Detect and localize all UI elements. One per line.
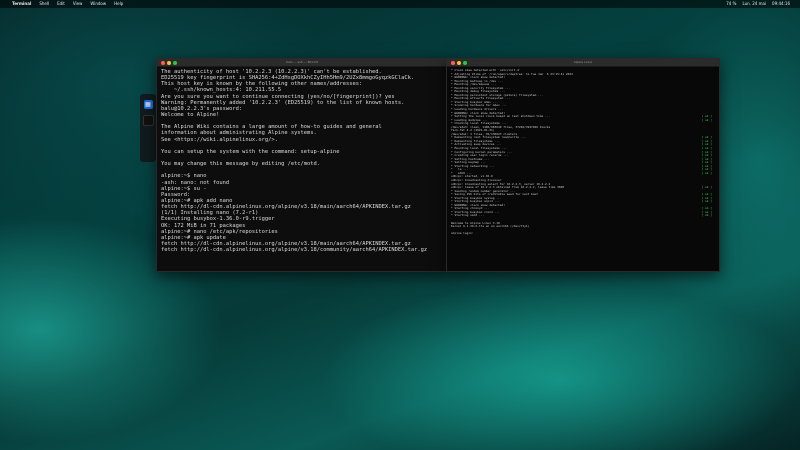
boot-log-text: * Setting the local clock based on last … — [451, 115, 551, 119]
boot-log-text: * Starting busybox mdev ... — [451, 100, 498, 104]
terminal-window-ssh[interactable]: balu — ssh — 80×24 The authenticity of h… — [156, 58, 448, 272]
boot-log-text: * Mounting local filesystems ... — [451, 147, 507, 151]
boot-log-line: alpine login: — [451, 232, 716, 236]
menu-item-terminal[interactable]: Terminal — [12, 0, 31, 8]
boot-log-text: * WARNING: clock skew detected! — [451, 111, 505, 115]
boot-log-text: Kernel 6.1.39-0-lts on an aarch64 (/dev/… — [451, 225, 530, 229]
status-area: 74 % Lun. 24 mai 09:44:16 — [726, 0, 800, 8]
boot-log-text: * Mounting modloop in /dev ... — [451, 79, 504, 83]
boot-log-text: * Starting sshd ... — [451, 214, 485, 218]
terminal-output[interactable]: The authenticity of host '10.2.2.3 (10.2… — [157, 67, 447, 253]
boot-log-text: * Starting busybox syslog ... — [451, 196, 502, 200]
boot-log-text: * Mounting /dev/mqueue ... — [451, 83, 497, 87]
status-item: Lun. 24 mai — [742, 1, 767, 6]
apple-icon[interactable] — [144, 132, 153, 141]
menu-item-edit[interactable]: Edit — [57, 0, 65, 8]
terminal-line: fetch http://dl-cdn.alpinelinux.org/alpi… — [161, 247, 428, 254]
window-title: Alpine Linux — [573, 60, 593, 64]
boot-log-text: udhcpc: lease of 10.2.2.3 obtained from … — [451, 186, 565, 190]
boot-log-text: fsck.fat 4.2 (2021-01-31) — [451, 129, 495, 133]
boot-log-text: * Starting busybox acpid ... — [451, 200, 500, 204]
boot-log-text: /dev/sda1: 3 files, 35/130023 clusters — [451, 132, 518, 136]
boot-log-text: * Mounting security filesystem ... — [451, 86, 511, 90]
boot-log-text: * Mounting debug filesystem ... — [451, 90, 505, 94]
boot-log-text: Welcome to Alpine Linux 3.18 — [451, 221, 500, 225]
boot-log-text: * eth0 ... — [451, 171, 472, 175]
boot-log-text: udhcpc: started, v1.36.0 — [451, 175, 493, 179]
boot-log-text: * WARNING: clock skew detected! — [451, 76, 505, 80]
boot-log-text: * Starting busybox crond ... — [451, 210, 500, 214]
terminal-window-console[interactable]: Alpine Linux * Clock skew detected with … — [446, 58, 720, 272]
window-switcher: ▦ — [140, 94, 156, 162]
menu-item-view[interactable]: View — [73, 0, 83, 8]
boot-log-text: * Setting hostname ... — [451, 157, 490, 161]
boot-log-text: * Seeding random number generator ... — [451, 189, 516, 193]
boot-log-text: * Starting chronyd ... — [451, 207, 490, 211]
boot-log-text: * Setting keymap ... — [451, 161, 486, 165]
boot-log-text: * Loading hardware drivers ... — [451, 108, 504, 112]
windows-icon[interactable]: ▦ — [143, 100, 153, 109]
boot-log-text: * Configuring kernel parameters ... — [451, 150, 512, 154]
boot-log-text: * Remounting filesystems ... — [451, 139, 500, 143]
menu-items: Terminal Shell Edit View Window Help — [0, 0, 123, 8]
terminal-line: Warning: Permanently added '10.2.2.3' (E… — [161, 99, 405, 106]
menu-item-window[interactable]: Window — [90, 0, 106, 8]
black-square-icon[interactable] — [142, 115, 154, 126]
boot-log-text: udhcpc: broadcasting select for 10.2.2.3… — [451, 182, 551, 186]
boot-log-text: * Mounting persistent storage (pstore) f… — [451, 93, 544, 97]
terminal-titlebar[interactable]: Alpine Linux — [447, 59, 719, 67]
menu-item-help[interactable]: Help — [114, 0, 123, 8]
boot-log-text: /dev/sda3: clean, 1490/983040 files, 372… — [451, 125, 551, 129]
boot-log-text: * Creating user login records ... — [451, 154, 509, 158]
boot-log-text: * Clock skew detected with `/etc/init.d` — [451, 69, 521, 72]
menu-item-shell[interactable]: Shell — [39, 0, 49, 8]
terminal-titlebar[interactable]: balu — ssh — 80×24 — [157, 59, 447, 67]
boot-log-text: * lo ... — [451, 168, 469, 172]
boot-log-text: * Mounting efivarfs filesystem ... — [451, 97, 511, 101]
boot-log-text: udhcpc: broadcasting discover — [451, 178, 502, 182]
boot-log-output[interactable]: * Clock skew detected with `/etc/init.d`… — [447, 67, 719, 236]
status-item: 74 % — [726, 1, 737, 6]
boot-log-text: * WARNING: clock skew detected! — [451, 203, 505, 207]
boot-log-text: * Checking local filesystems ... — [451, 122, 507, 126]
boot-log-text: alpine login: — [451, 232, 474, 236]
window-title: balu — ssh — 80×24 — [286, 60, 318, 64]
boot-log-text: * Activating swap devices ... — [451, 143, 502, 147]
boot-log-text: * Loading modules ... — [451, 118, 488, 122]
boot-log-text: * Scanning hardware for mdev ... — [451, 104, 507, 108]
boot-log-text: * Saving 256 bits of creditable seed for… — [451, 193, 539, 197]
boot-log-text: * Remounting root filesystem read/write … — [451, 136, 526, 140]
boot-log-text: * Adjusting mtime of `/run/openrc/deptre… — [451, 72, 573, 76]
status-item: 09:44:16 — [772, 1, 790, 6]
boot-log-text: * Starting networking ... — [451, 164, 495, 168]
menu-bar: Terminal Shell Edit View Window Help 74 % Lun.… — [0, 0, 800, 8]
